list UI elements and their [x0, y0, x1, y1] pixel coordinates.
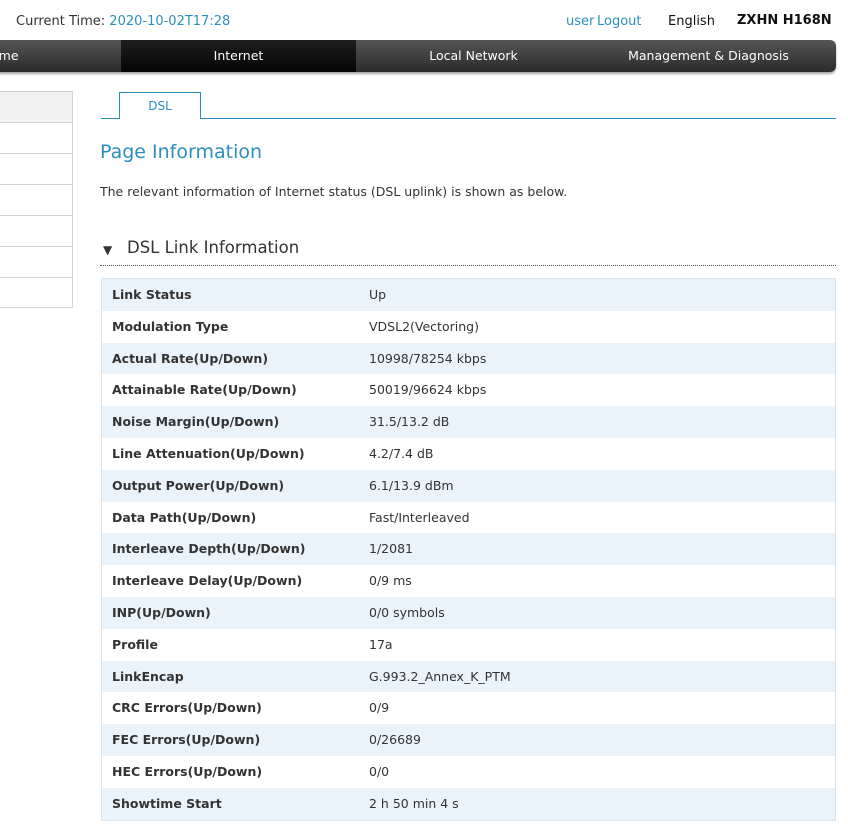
- row-value: 1/2081: [369, 541, 413, 557]
- main-nav: ome Internet Local Network Management & …: [0, 40, 836, 72]
- logout-link[interactable]: Logout: [597, 14, 642, 29]
- sidebar-menu: [0, 91, 73, 308]
- row-label: Actual Rate(Up/Down): [112, 350, 269, 366]
- row-value: VDSL2(Vectoring): [369, 318, 479, 334]
- tab-cover: [120, 117, 200, 120]
- row-label: CRC Errors(Up/Down): [112, 700, 262, 716]
- row-label: Noise Margin(Up/Down): [112, 414, 280, 430]
- current-time-label: Current Time:: [16, 14, 106, 29]
- row-value: 0/26689: [369, 732, 421, 748]
- row-value: 50019/96624 kbps: [369, 382, 487, 398]
- table-row: Noise Margin(Up/Down) 31.5/13.2 dB: [102, 406, 835, 438]
- row-value: 4.2/7.4 dB: [369, 445, 434, 461]
- sidebar-item[interactable]: [0, 247, 72, 278]
- row-value: 10998/78254 kbps: [369, 350, 487, 366]
- nav-internet-label: Internet: [213, 48, 264, 63]
- row-label: Attainable Rate(Up/Down): [112, 382, 297, 398]
- table-row: Attainable Rate(Up/Down) 50019/96624 kbps: [102, 374, 835, 407]
- nav-internet[interactable]: Internet: [121, 40, 356, 72]
- table-row: INP(Up/Down) 0/0 symbols: [102, 596, 835, 629]
- table-row: Output Power(Up/Down) 6.1/13.9 dBm: [102, 469, 835, 502]
- row-value: 0/9 ms: [369, 573, 412, 589]
- row-label: Line Attenuation(Up/Down): [112, 445, 305, 461]
- row-label: Output Power(Up/Down): [112, 477, 285, 493]
- user-name: user: [566, 14, 595, 29]
- nav-management-diagnosis-label: Management & Diagnosis: [628, 48, 789, 63]
- table-row: Interleave Depth(Up/Down) 1/2081: [102, 533, 835, 566]
- device-model: ZXHN H168N: [737, 13, 832, 28]
- nav-local-network-label: Local Network: [429, 48, 518, 63]
- row-value: 31.5/13.2 dB: [369, 414, 450, 430]
- sidebar-item[interactable]: [0, 92, 72, 123]
- language-selector[interactable]: English: [668, 14, 715, 29]
- sidebar-item[interactable]: [0, 154, 72, 185]
- tab-underline: [101, 118, 836, 119]
- row-label: Interleave Delay(Up/Down): [112, 573, 303, 589]
- table-row: Link Status Up: [102, 279, 835, 311]
- row-label: Data Path(Up/Down): [112, 509, 257, 525]
- dsl-info-table: Link Status Up Modulation Type VDSL2(Vector…: [101, 278, 836, 821]
- page-title: Page Information: [100, 141, 263, 163]
- row-label: Modulation Type: [112, 318, 229, 334]
- row-value: 0/0: [369, 763, 390, 779]
- row-label: INP(Up/Down): [112, 604, 211, 620]
- section-header-dsl-link[interactable]: ▼ DSL Link Information: [100, 237, 836, 266]
- table-row: Showtime Start 2 h 50 min 4 s: [102, 787, 835, 820]
- row-value: 0/9: [369, 700, 390, 716]
- section-title: DSL Link Information: [127, 238, 300, 257]
- table-row: FEC Errors(Up/Down) 0/26689: [102, 724, 835, 756]
- sidebar-item[interactable]: [0, 185, 72, 216]
- row-label: Interleave Depth(Up/Down): [112, 541, 306, 557]
- nav-home[interactable]: ome: [0, 40, 121, 72]
- nav-local-network[interactable]: Local Network: [356, 40, 591, 72]
- row-value: G.993.2_Annex_K_PTM: [369, 668, 511, 684]
- row-label: FEC Errors(Up/Down): [112, 732, 261, 748]
- page-description: The relevant information of Internet sta…: [100, 184, 568, 199]
- table-row: HEC Errors(Up/Down) 0/0: [102, 755, 835, 788]
- current-time: Current Time: 2020-10-02T17:28: [16, 14, 230, 29]
- triangle-down-icon[interactable]: ▼: [103, 243, 112, 257]
- row-label: Link Status: [112, 287, 192, 302]
- row-value: 6.1/13.9 dBm: [369, 477, 454, 493]
- row-label: Showtime Start: [112, 795, 222, 811]
- sidebar-item[interactable]: [0, 123, 72, 154]
- table-row: Interleave Delay(Up/Down) 0/9 ms: [102, 565, 835, 597]
- row-value: 17a: [369, 636, 393, 652]
- table-row: Line Attenuation(Up/Down) 4.2/7.4 dB: [102, 437, 835, 470]
- nav-home-label: ome: [0, 48, 19, 63]
- tab-dsl[interactable]: DSL: [119, 92, 201, 118]
- top-bar: Current Time: 2020-10-02T17:28 user Logo…: [0, 0, 848, 40]
- table-row: CRC Errors(Up/Down) 0/9: [102, 692, 835, 725]
- row-value: Fast/Interleaved: [369, 509, 470, 525]
- row-label: HEC Errors(Up/Down): [112, 763, 263, 779]
- current-time-value: 2020-10-02T17:28: [109, 14, 231, 29]
- row-value: 0/0 symbols: [369, 604, 445, 620]
- sidebar-item[interactable]: [0, 216, 72, 247]
- row-label: Profile: [112, 636, 158, 652]
- table-row: Data Path(Up/Down) Fast/Interleaved: [102, 501, 835, 534]
- table-row: LinkEncap G.993.2_Annex_K_PTM: [102, 660, 835, 693]
- sidebar-item[interactable]: [0, 278, 72, 309]
- row-value: Up: [369, 287, 387, 302]
- row-value: 2 h 50 min 4 s: [369, 795, 459, 811]
- row-label: LinkEncap: [112, 668, 184, 684]
- nav-management-diagnosis[interactable]: Management & Diagnosis: [591, 40, 826, 72]
- table-row: Modulation Type VDSL2(Vectoring): [102, 310, 835, 343]
- table-row: Actual Rate(Up/Down) 10998/78254 kbps: [102, 342, 835, 375]
- table-row: Profile 17a: [102, 628, 835, 661]
